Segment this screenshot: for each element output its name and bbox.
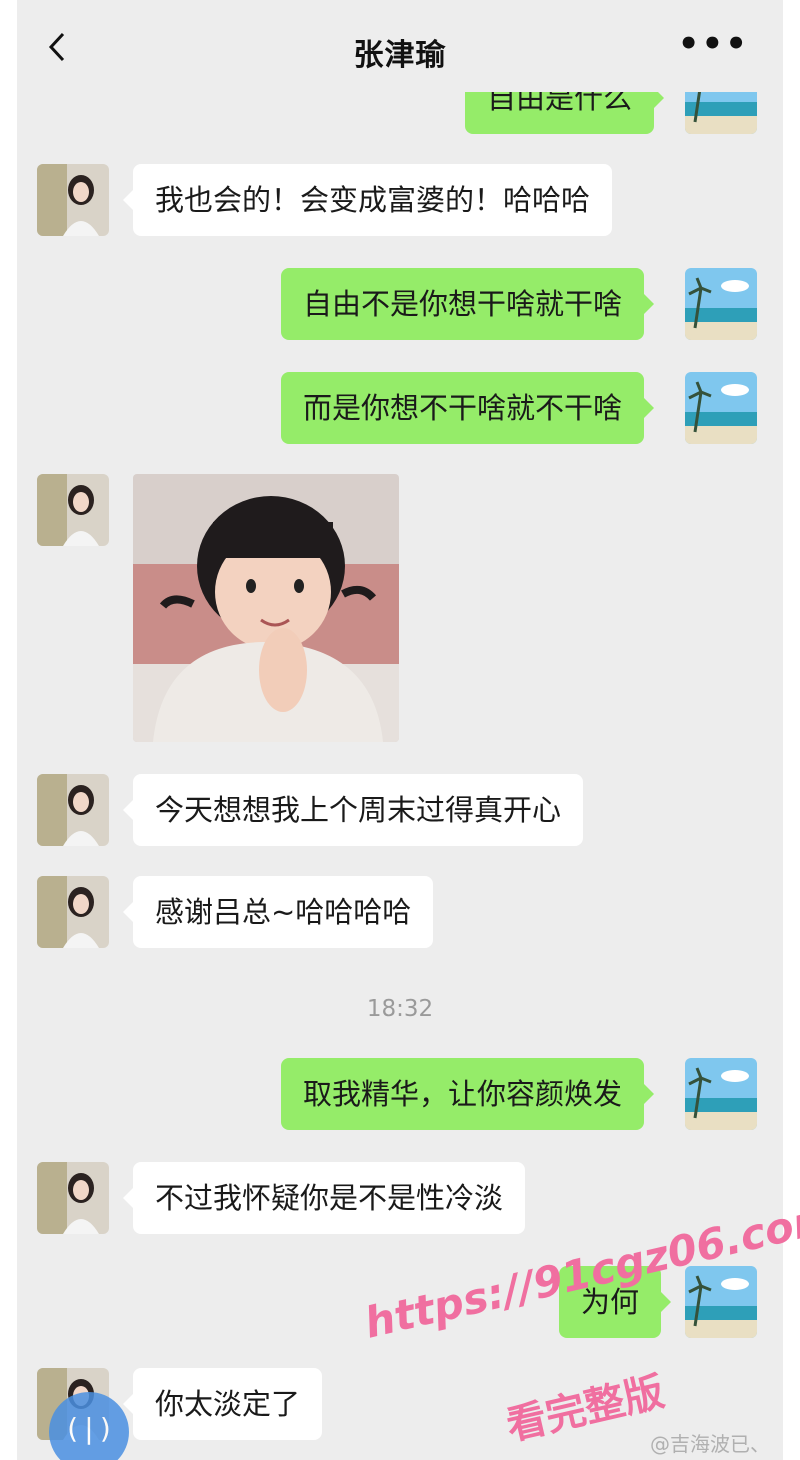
message-bubble-outgoing[interactable]: 自由不是你想干啥就干啥	[281, 268, 655, 340]
contact-avatar[interactable]	[37, 164, 109, 236]
contact-avatar[interactable]	[37, 876, 109, 948]
contact-avatar[interactable]	[37, 774, 109, 846]
message-bubble-outgoing[interactable]: 而是你想不干啥就不干啥	[281, 372, 655, 444]
time-divider: 18:32	[366, 996, 434, 1022]
chat-header: 张津瑜 •••	[17, 0, 783, 92]
toddler-clapping-sticker[interactable]	[133, 474, 399, 742]
message-bubble-incoming[interactable]: 你太淡定了	[122, 1368, 323, 1440]
my-avatar[interactable]	[685, 1058, 757, 1130]
beach-avatar-icon	[685, 268, 757, 340]
my-avatar[interactable]	[685, 372, 757, 444]
contact-avatar[interactable]	[37, 1162, 109, 1234]
more-options-button[interactable]: •••	[678, 24, 749, 64]
my-avatar[interactable]	[685, 268, 757, 340]
message-bubble-incoming[interactable]: 不过我怀疑你是不是性冷淡	[122, 1162, 526, 1234]
woman-avatar-icon	[37, 774, 109, 846]
beach-avatar-icon	[685, 1266, 757, 1338]
chat-title: 张津瑜	[353, 38, 447, 73]
woman-avatar-icon	[37, 164, 109, 236]
sticker-image	[133, 474, 399, 742]
message-bubble-incoming[interactable]: 我也会的！会变成富婆的！哈哈哈	[122, 164, 613, 236]
message-bubble-outgoing[interactable]: 取我精华，让你容颜焕发	[281, 1058, 655, 1130]
beach-avatar-icon	[685, 372, 757, 444]
source-credit: @吉海波已、	[650, 1432, 770, 1456]
voice-icon: (|)	[63, 1412, 115, 1445]
message-bubble-incoming[interactable]: 今天想想我上个周末过得真开心	[122, 774, 584, 846]
contact-avatar[interactable]	[37, 474, 109, 546]
my-avatar[interactable]	[685, 1266, 757, 1338]
woman-avatar-icon	[37, 876, 109, 948]
woman-avatar-icon	[37, 1162, 109, 1234]
voice-input-button[interactable]: (|)	[49, 1392, 129, 1460]
message-bubble-incoming[interactable]: 感谢吕总~哈哈哈哈	[122, 876, 434, 948]
woman-avatar-icon	[37, 474, 109, 546]
beach-avatar-icon	[685, 1058, 757, 1130]
